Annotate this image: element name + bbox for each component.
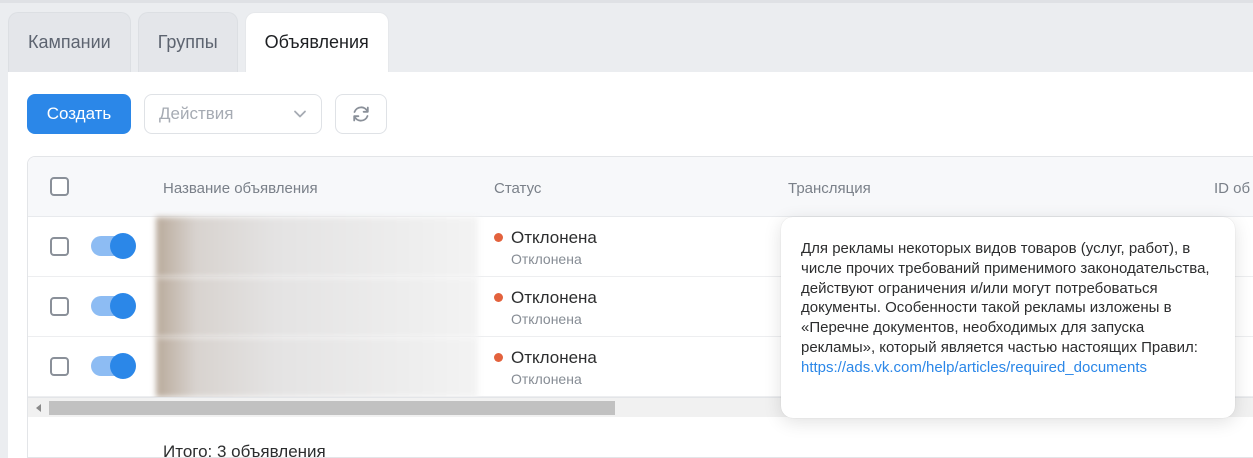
actions-select[interactable]: Действия: [144, 94, 322, 134]
ad-name-blurred[interactable]: [156, 337, 478, 397]
scrollbar-thumb[interactable]: [49, 401, 615, 415]
ad-name-blurred[interactable]: [156, 277, 478, 337]
toggle-knob: [110, 233, 136, 259]
total-count: Итого: 3 объявления: [163, 442, 326, 458]
chevron-down-icon: [294, 110, 306, 118]
column-header-id[interactable]: ID об: [1214, 180, 1250, 197]
status-label: Отклонена: [511, 348, 597, 367]
actions-select-placeholder: Действия: [159, 104, 234, 123]
scroll-left-arrow-icon[interactable]: [36, 404, 41, 412]
toggle-knob: [110, 293, 136, 319]
tab-groups[interactable]: Группы: [137, 12, 238, 72]
status-sublabel: Отклонена: [511, 311, 582, 327]
tab-ads[interactable]: Объявления: [244, 12, 389, 72]
tab-bar: Кампании Группы Объявления: [8, 12, 389, 72]
select-all-checkbox[interactable]: [50, 177, 69, 196]
table-header: Название объявления Статус Трансляция ID…: [28, 157, 1253, 217]
ad-toggle[interactable]: [91, 293, 136, 319]
create-button[interactable]: Создать: [27, 94, 131, 134]
status-sublabel: Отклонена: [511, 251, 582, 267]
top-strip: [0, 0, 1253, 3]
row-checkbox[interactable]: [50, 357, 69, 376]
ad-toggle[interactable]: [91, 353, 136, 379]
refresh-icon: [353, 106, 369, 122]
column-header-name[interactable]: Название объявления: [163, 180, 318, 197]
row-checkbox[interactable]: [50, 297, 69, 316]
refresh-button[interactable]: [335, 94, 387, 134]
tab-campaigns[interactable]: Кампании: [8, 12, 131, 72]
documents-tooltip: Для рекламы некоторых видов товаров (усл…: [781, 217, 1235, 418]
status-sublabel: Отклонена: [511, 371, 582, 387]
column-header-status[interactable]: Статус: [494, 180, 541, 197]
toggle-knob: [110, 353, 136, 379]
ad-toggle[interactable]: [91, 233, 136, 259]
status-label: Отклонена: [511, 288, 597, 307]
status-dot: [494, 353, 503, 362]
toolbar: Создать Действия: [27, 94, 387, 134]
tooltip-text: Для рекламы некоторых видов товаров (усл…: [801, 240, 1210, 356]
ad-name-blurred[interactable]: [156, 217, 478, 277]
status-dot: [494, 293, 503, 302]
tooltip-link[interactable]: https://ads.vk.com/help/articles/require…: [801, 359, 1147, 376]
row-checkbox[interactable]: [50, 237, 69, 256]
column-header-broadcast[interactable]: Трансляция: [788, 180, 871, 197]
status-label: Отклонена: [511, 228, 597, 247]
status-dot: [494, 233, 503, 242]
